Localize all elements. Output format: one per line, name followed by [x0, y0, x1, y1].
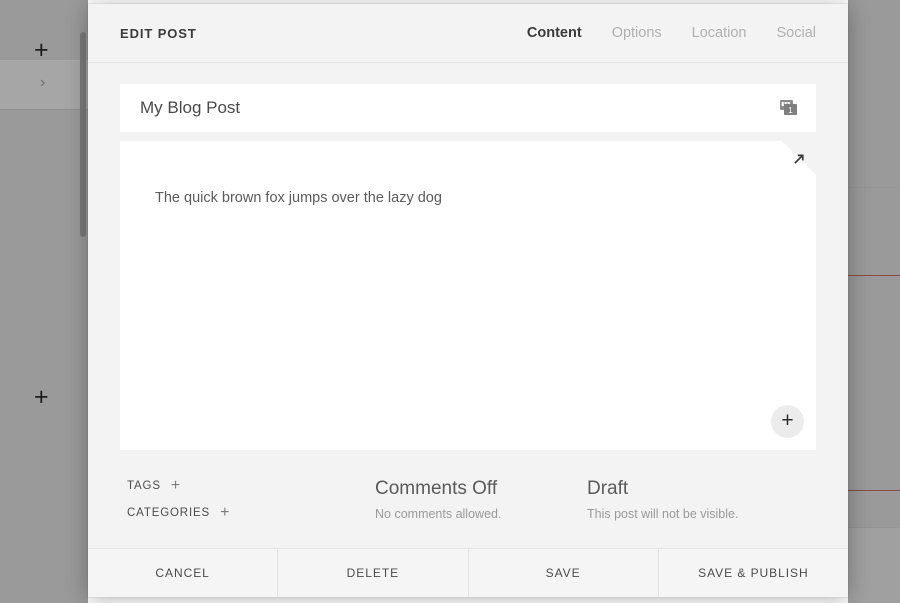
comments-heading[interactable]: Comments Off [375, 478, 587, 500]
background-divider [848, 187, 900, 188]
categories-row[interactable]: CATEGORIES + [127, 505, 375, 521]
tab-social[interactable]: Social [777, 25, 817, 41]
background-right-panel [848, 0, 900, 603]
tab-content[interactable]: Content [527, 25, 582, 41]
dialog-body: 1 The quick brown fox jumps over the laz… [88, 63, 848, 548]
status-heading[interactable]: Draft [587, 478, 738, 500]
editor-body-text[interactable]: The quick brown fox jumps over the lazy … [155, 188, 776, 210]
add-block-button[interactable]: + [771, 405, 804, 438]
tab-location[interactable]: Location [692, 25, 747, 41]
background-red-rule [848, 490, 900, 491]
expand-arrow-icon[interactable] [792, 152, 806, 166]
plus-icon: + [781, 409, 794, 432]
comments-description: No comments allowed. [375, 507, 502, 521]
save-publish-button[interactable]: SAVE & PUBLISH [659, 549, 848, 597]
background-left-panel: + › + [0, 0, 88, 603]
page-title: EDIT POST [120, 25, 197, 41]
categories-label: CATEGORIES [127, 507, 211, 519]
background-scrollbar [80, 32, 86, 237]
screen: + › + EDIT POST Content Options Location… [0, 0, 900, 603]
save-button[interactable]: SAVE [469, 549, 659, 597]
tags-label: TAGS [127, 480, 161, 492]
plus-icon: + [34, 383, 49, 411]
post-meta-row: TAGS + CATEGORIES + Comments Off No comm… [120, 478, 816, 532]
delete-button[interactable]: DELETE [278, 549, 469, 597]
dialog-footer: CANCEL DELETE SAVE SAVE & PUBLISH [88, 548, 848, 597]
edit-post-dialog: EDIT POST Content Options Location Socia… [88, 4, 848, 597]
tab-options[interactable]: Options [612, 25, 662, 41]
post-title-field[interactable]: 1 [120, 84, 816, 132]
cancel-button[interactable]: CANCEL [88, 549, 279, 597]
add-tag-icon[interactable]: + [171, 478, 180, 494]
background-red-rule [848, 275, 900, 276]
post-title-input[interactable] [140, 98, 796, 118]
tags-row[interactable]: TAGS + [127, 478, 375, 494]
status-setting[interactable]: Draft This post will not be visible. [587, 478, 738, 521]
taxonomy-group: TAGS + CATEGORIES + [127, 478, 375, 532]
add-category-icon[interactable]: + [220, 505, 229, 521]
post-editor[interactable]: The quick brown fox jumps over the lazy … [120, 141, 816, 450]
svg-text:1: 1 [788, 106, 793, 115]
dialog-header: EDIT POST Content Options Location Socia… [88, 4, 848, 63]
plus-icon: + [34, 36, 49, 64]
comments-setting[interactable]: Comments Off No comments allowed. [375, 478, 587, 521]
chevron-right-icon: › [40, 74, 46, 91]
background-right-footer [848, 527, 900, 603]
status-description: This post will not be visible. [587, 507, 739, 521]
dialog-tabs: Content Options Location Social [527, 25, 816, 41]
media-library-icon[interactable]: 1 [778, 97, 800, 119]
